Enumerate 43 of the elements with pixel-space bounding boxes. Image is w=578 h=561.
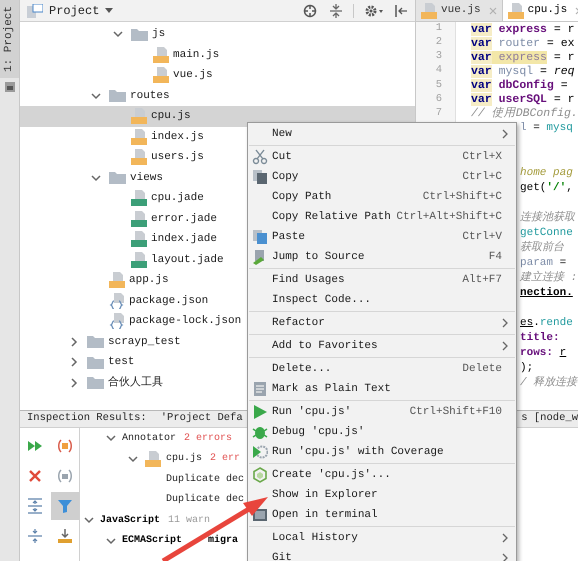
line-number: 3 [434,49,443,64]
line-number: 1 [434,22,443,36]
shortcut-label: Ctrl+Alt+Shift+C [396,210,502,225]
code-line: 获取前台 [520,242,564,255]
code-line: 连接池获取 [520,212,575,225]
line-number: 4 [434,63,443,78]
code-line: / 释放连接 [520,376,578,390]
shortcut-label: Ctrl+Shift+F10 [410,404,502,420]
code-line: var mysql = req [471,64,575,78]
shortcut-label: Delete [462,362,502,377]
problem-count: 2 err [210,452,240,466]
line-number: 5 [434,78,443,93]
code-line: get('/', [520,182,573,195]
code-line: title: [520,332,560,345]
shortcut-label: F4 [488,250,502,265]
code-line: var dbConfig = [471,78,568,92]
code-line: 建立连接 : [520,272,578,285]
code-line: home pag [520,166,573,180]
code-line: var express = r [471,22,575,36]
code-line: getConne [520,226,573,240]
line-number: 7 [434,106,443,121]
shortcut-label: Ctrl+Shift+C [422,190,502,205]
code-line: l = mysq [520,122,573,135]
line-number: 6 [434,92,443,107]
code-line: var userSQL = r [471,93,575,106]
code-line: param = [520,256,566,270]
code-line: var express = r [471,50,575,64]
scope-label: s [node_w [521,411,578,426]
shortcut-label: Alt+F7 [462,272,502,288]
code-line: // 使用DBConfig. [471,107,578,120]
problem-count: 11 warn [168,514,210,528]
code-line: var router = ex [471,36,575,50]
panel-title: Inspection Results: [27,411,147,426]
code-line: nection. [520,286,573,300]
scope-label: 'Project Defa [160,411,243,426]
code-line: es.rende [520,316,573,330]
code-line: ); [520,362,534,375]
problem-count: 2 errors [184,432,232,446]
shortcut-label: Ctrl+V [462,230,502,245]
code-line: rows: r [520,346,566,360]
shortcut-label: Ctrl+C [462,170,502,185]
line-number: 2 [434,35,443,50]
shortcut-label: Ctrl+X [462,150,502,165]
